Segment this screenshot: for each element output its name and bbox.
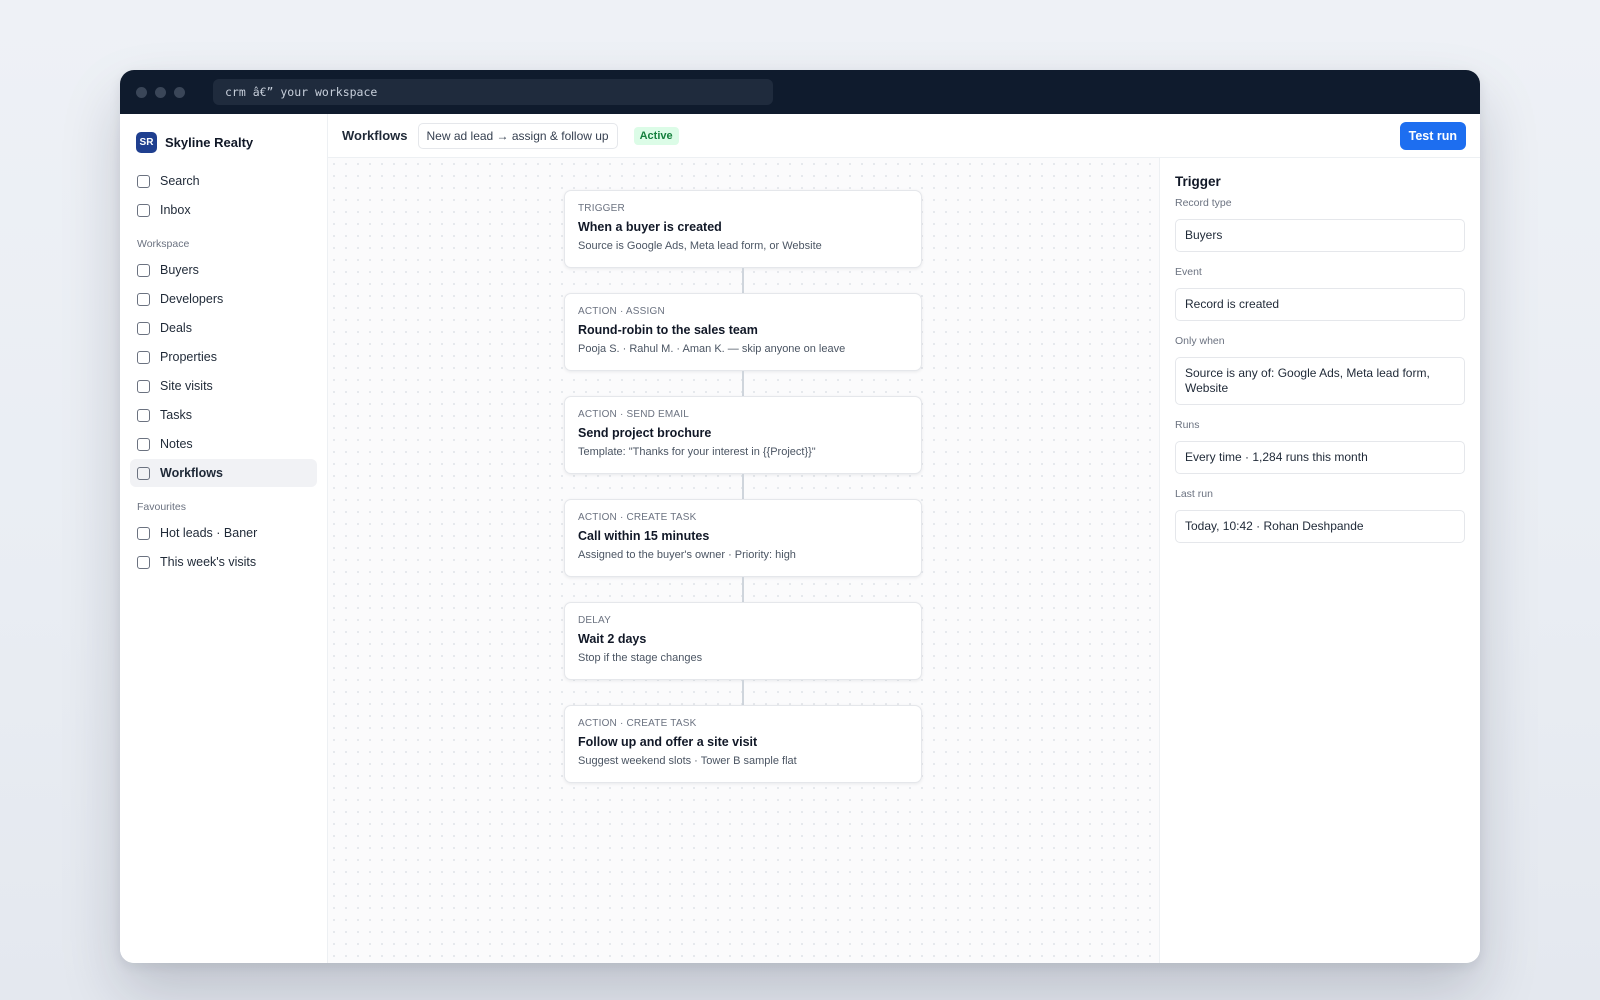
node-kind: ACTION · CREATE TASK	[578, 512, 697, 523]
brand-logo: SR	[136, 132, 157, 153]
sidebar-item-label: Developers	[160, 292, 224, 306]
favourites-section-label: Favourites	[137, 501, 187, 513]
flow-node-create-task-followup[interactable]: ACTION · CREATE TASK Follow up and offer…	[564, 705, 922, 783]
sidebar-item-label: Tasks	[160, 408, 192, 422]
flow-node-delay[interactable]: DELAY Wait 2 days Stop if the stage chan…	[564, 602, 922, 680]
brand[interactable]: SR Skyline Realty	[130, 128, 317, 167]
node-title: Round-robin to the sales team	[578, 323, 758, 337]
buyers-icon	[137, 263, 150, 277]
sidebar-item-hot-leads[interactable]: Hot leads · Baner	[130, 519, 317, 547]
window-titlebar: crm â€” your workspace	[120, 70, 1480, 114]
node-title: Follow up and offer a site visit	[578, 735, 758, 749]
sidebar-item-deals[interactable]: Deals	[130, 314, 317, 342]
flow-connector	[742, 577, 744, 602]
event-label: Event	[1175, 266, 1202, 278]
workflows-icon	[137, 466, 150, 480]
runs-label: Runs	[1175, 419, 1200, 431]
status-badge: Active	[633, 126, 679, 145]
sidebar-item-label: Deals	[160, 321, 192, 335]
sidebar-item-label: This week's visits	[160, 555, 257, 569]
panel-title: Trigger	[1175, 174, 1221, 189]
node-title: Send project brochure	[578, 426, 712, 440]
window-maximize-dot[interactable]	[174, 86, 185, 98]
node-kind: ACTION · CREATE TASK	[578, 718, 697, 729]
workflow-name-field[interactable]: New ad lead → assign & follow up	[417, 122, 618, 149]
event-field[interactable]: Record is created	[1175, 288, 1465, 321]
only-when-field[interactable]: Source is any of: Google Ads, Meta lead …	[1175, 357, 1465, 405]
node-kind: DELAY	[578, 615, 612, 626]
runs-field[interactable]: Every time · 1,284 runs this month	[1175, 441, 1465, 474]
sidebar: SR Skyline Realty Search Inbox Workspace…	[120, 114, 328, 963]
record-type-label: Record type	[1175, 197, 1232, 209]
inbox-icon	[137, 203, 150, 217]
sidebar-item-label: Search	[160, 174, 200, 188]
flow-connector	[742, 680, 744, 705]
workspace-section-label: Workspace	[137, 238, 190, 250]
last-run-label: Last run	[1175, 488, 1213, 500]
node-description: Template: "Thanks for your interest in {…	[578, 446, 816, 458]
test-run-button[interactable]: Test run	[1399, 121, 1466, 150]
favourite-icon	[137, 526, 150, 540]
developers-icon	[137, 292, 150, 306]
node-title: Wait 2 days	[578, 632, 647, 646]
brand-name: Skyline Realty	[165, 135, 254, 150]
tasks-icon	[137, 408, 150, 422]
flow-connector	[742, 474, 744, 499]
sidebar-item-buyers[interactable]: Buyers	[130, 256, 317, 284]
node-description: Suggest weekend slots · Tower B sample f…	[578, 755, 797, 767]
flow-node-assign[interactable]: ACTION · ASSIGN Round-robin to the sales…	[564, 293, 922, 371]
sidebar-item-site-visits[interactable]: Site visits	[130, 372, 317, 400]
flow-node-send-email[interactable]: ACTION · SEND EMAIL Send project brochur…	[564, 396, 922, 474]
window-minimize-dot[interactable]	[155, 86, 166, 98]
topbar: Workflows New ad lead → assign & follow …	[328, 114, 1480, 158]
only-when-label: Only when	[1175, 335, 1225, 347]
flow-node-trigger[interactable]: TRIGGER When a buyer is created Source i…	[564, 190, 922, 268]
page-title[interactable]: Workflows	[342, 128, 408, 143]
favourite-icon	[137, 555, 150, 569]
app-window: crm â€” your workspace SR Skyline Realty…	[120, 70, 1480, 963]
record-type-field[interactable]: Buyers	[1175, 219, 1465, 252]
sidebar-item-inbox[interactable]: Inbox	[130, 196, 317, 224]
node-description: Source is Google Ads, Meta lead form, or…	[578, 240, 822, 252]
node-title: Call within 15 minutes	[578, 529, 710, 543]
flow-connector	[742, 268, 744, 293]
sidebar-item-label: Site visits	[160, 379, 213, 393]
last-run-field[interactable]: Today, 10:42 · Rohan Deshpande	[1175, 510, 1465, 543]
properties-icon	[137, 350, 150, 364]
sidebar-item-label: Workflows	[160, 466, 223, 480]
node-kind: ACTION · SEND EMAIL	[578, 409, 690, 420]
node-description: Pooja S. · Rahul M. · Aman K. — skip any…	[578, 343, 846, 355]
search-icon	[137, 174, 150, 188]
workflow-flow: TRIGGER When a buyer is created Source i…	[564, 190, 922, 783]
sidebar-item-label: Hot leads · Baner	[160, 526, 258, 540]
deals-icon	[137, 321, 150, 335]
sidebar-item-workflows[interactable]: Workflows	[130, 459, 317, 487]
main-area: Workflows New ad lead → assign & follow …	[328, 114, 1480, 963]
sidebar-item-search[interactable]: Search	[130, 167, 317, 195]
address-bar[interactable]: crm â€” your workspace	[213, 79, 773, 105]
sidebar-item-tasks[interactable]: Tasks	[130, 401, 317, 429]
flow-connector	[742, 371, 744, 396]
sidebar-item-this-weeks-visits[interactable]: This week's visits	[130, 548, 317, 576]
sidebar-item-properties[interactable]: Properties	[130, 343, 317, 371]
node-kind: ACTION · ASSIGN	[578, 306, 665, 317]
trigger-panel: Trigger Record type Buyers Event Record …	[1159, 158, 1480, 963]
sidebar-item-label: Properties	[160, 350, 217, 364]
sidebar-item-notes[interactable]: Notes	[130, 430, 317, 458]
site-visits-icon	[137, 379, 150, 393]
sidebar-item-label: Inbox	[160, 203, 191, 217]
sidebar-item-developers[interactable]: Developers	[130, 285, 317, 313]
node-kind: TRIGGER	[578, 203, 625, 214]
sidebar-item-label: Buyers	[160, 263, 199, 277]
workflow-canvas[interactable]: TRIGGER When a buyer is created Source i…	[328, 158, 1159, 963]
flow-node-create-task-call[interactable]: ACTION · CREATE TASK Call within 15 minu…	[564, 499, 922, 577]
node-description: Assigned to the buyer's owner · Priority…	[578, 549, 796, 561]
node-title: When a buyer is created	[578, 220, 722, 234]
sidebar-item-label: Notes	[160, 437, 193, 451]
node-description: Stop if the stage changes	[578, 652, 703, 664]
notes-icon	[137, 437, 150, 451]
window-close-dot[interactable]	[136, 86, 147, 98]
